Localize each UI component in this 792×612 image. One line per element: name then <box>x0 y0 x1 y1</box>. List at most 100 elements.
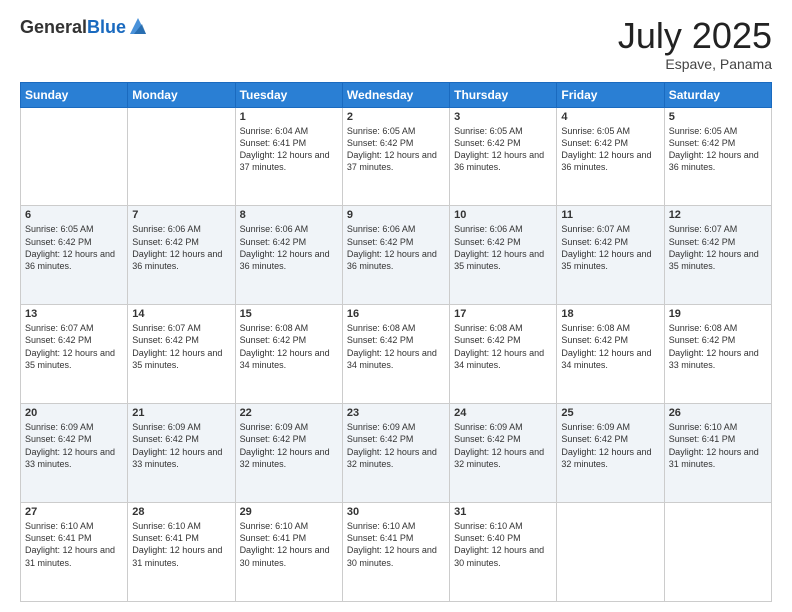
day-number: 17 <box>454 308 552 320</box>
day-info: Sunrise: 6:08 AM Sunset: 6:42 PM Dayligh… <box>454 322 552 371</box>
day-number: 29 <box>240 506 338 518</box>
table-row: 7Sunrise: 6:06 AM Sunset: 6:42 PM Daylig… <box>128 206 235 305</box>
day-number: 27 <box>25 506 123 518</box>
day-info: Sunrise: 6:09 AM Sunset: 6:42 PM Dayligh… <box>347 421 445 470</box>
table-row: 13 Sunrise: 6:07 AM Sunset: 6:42 PM Dayli… <box>21 305 128 404</box>
day-number: 8 <box>240 209 338 221</box>
table-row: 19 Sunrise: 6:08 AM Sunset: 6:42 PM Dayli… <box>664 305 771 404</box>
day-info: Sunrise: 6:07 AM Sunset: 6:42 PM Dayligh… <box>669 223 767 272</box>
month-title: July 2025 <box>618 16 772 56</box>
table-row: 28 Sunrise: 6:10 AM Sunset: 6:41 PM Dayli… <box>128 503 235 602</box>
header: GeneralBlue July 2025 Espave, Panama <box>20 16 772 72</box>
col-monday: Monday <box>128 82 235 107</box>
day-info: Sunrise: 6:10 AM Sunset: 6:41 PM Dayligh… <box>132 520 230 569</box>
day-info: Sunrise: 6:05 AM Sunset: 6:42 PM Dayligh… <box>454 125 552 174</box>
table-row: 21 Sunrise: 6:09 AM Sunset: 6:42 PM Dayli… <box>128 404 235 503</box>
table-row: 9 Sunrise: 6:06 AM Sunset: 6:42 PM Daylig… <box>342 206 449 305</box>
calendar-week-row: 20 Sunrise: 6:09 AM Sunset: 6:42 PM Dayli… <box>21 404 772 503</box>
day-number: 24 <box>454 407 552 419</box>
table-row: 27 Sunrise: 6:10 AM Sunset: 6:41 PM Dayli… <box>21 503 128 602</box>
day-info: Sunrise: 6:06 AM Sunset: 6:42 PM Dayligh… <box>454 223 552 272</box>
col-tuesday: Tuesday <box>235 82 342 107</box>
table-row <box>21 107 128 206</box>
day-number: 10 <box>454 209 552 221</box>
table-row: 11Sunrise: 6:07 AM Sunset: 6:42 PM Dayli… <box>557 206 664 305</box>
day-info: Sunrise: 6:09 AM Sunset: 6:42 PM Dayligh… <box>240 421 338 470</box>
table-row: 15 Sunrise: 6:08 AM Sunset: 6:42 PM Dayli… <box>235 305 342 404</box>
day-number: 31 <box>454 506 552 518</box>
day-info: Sunrise: 6:06 AM Sunset: 6:42 PM Dayligh… <box>347 223 445 272</box>
day-number: 15 <box>240 308 338 320</box>
day-number: 13 <box>25 308 123 320</box>
day-info: Sunrise: 6:08 AM Sunset: 6:42 PM Dayligh… <box>669 322 767 371</box>
day-info: Sunrise: 6:10 AM Sunset: 6:41 PM Dayligh… <box>240 520 338 569</box>
day-number: 6 <box>25 209 123 221</box>
day-info: Sunrise: 6:07 AM Sunset: 6:42 PM Dayligh… <box>561 223 659 272</box>
table-row: 3 Sunrise: 6:05 AM Sunset: 6:42 PM Daylig… <box>450 107 557 206</box>
day-number: 23 <box>347 407 445 419</box>
day-info: Sunrise: 6:10 AM Sunset: 6:41 PM Dayligh… <box>25 520 123 569</box>
day-info: Sunrise: 6:10 AM Sunset: 6:41 PM Dayligh… <box>347 520 445 569</box>
location: Espave, Panama <box>618 56 772 72</box>
day-number: 5 <box>669 111 767 123</box>
page: GeneralBlue July 2025 Espave, Panama Sun… <box>0 0 792 612</box>
day-number: 18 <box>561 308 659 320</box>
calendar-week-row: 1Sunrise: 6:04 AM Sunset: 6:41 PM Daylig… <box>21 107 772 206</box>
day-number: 12 <box>669 209 767 221</box>
day-info: Sunrise: 6:07 AM Sunset: 6:42 PM Dayligh… <box>132 322 230 371</box>
day-number: 9 <box>347 209 445 221</box>
table-row: 20 Sunrise: 6:09 AM Sunset: 6:42 PM Dayli… <box>21 404 128 503</box>
table-row: 30Sunrise: 6:10 AM Sunset: 6:41 PM Dayli… <box>342 503 449 602</box>
day-number: 1 <box>240 111 338 123</box>
day-number: 20 <box>25 407 123 419</box>
table-row: 5Sunrise: 6:05 AM Sunset: 6:42 PM Daylig… <box>664 107 771 206</box>
col-sunday: Sunday <box>21 82 128 107</box>
day-info: Sunrise: 6:08 AM Sunset: 6:42 PM Dayligh… <box>561 322 659 371</box>
day-number: 16 <box>347 308 445 320</box>
table-row: 14Sunrise: 6:07 AM Sunset: 6:42 PM Dayli… <box>128 305 235 404</box>
table-row <box>664 503 771 602</box>
day-number: 28 <box>132 506 230 518</box>
day-number: 19 <box>669 308 767 320</box>
col-wednesday: Wednesday <box>342 82 449 107</box>
day-info: Sunrise: 6:05 AM Sunset: 6:42 PM Dayligh… <box>561 125 659 174</box>
calendar-week-row: 6 Sunrise: 6:05 AM Sunset: 6:42 PM Daylig… <box>21 206 772 305</box>
day-number: 21 <box>132 407 230 419</box>
calendar-header-row: Sunday Monday Tuesday Wednesday Thursday… <box>21 82 772 107</box>
col-thursday: Thursday <box>450 82 557 107</box>
day-info: Sunrise: 6:09 AM Sunset: 6:42 PM Dayligh… <box>561 421 659 470</box>
table-row: 31 Sunrise: 6:10 AM Sunset: 6:40 PM Dayli… <box>450 503 557 602</box>
day-info: Sunrise: 6:05 AM Sunset: 6:42 PM Dayligh… <box>25 223 123 272</box>
table-row: 22 Sunrise: 6:09 AM Sunset: 6:42 PM Dayli… <box>235 404 342 503</box>
day-info: Sunrise: 6:06 AM Sunset: 6:42 PM Dayligh… <box>132 223 230 272</box>
day-info: Sunrise: 6:08 AM Sunset: 6:42 PM Dayligh… <box>240 322 338 371</box>
day-info: Sunrise: 6:09 AM Sunset: 6:42 PM Dayligh… <box>132 421 230 470</box>
calendar-week-row: 27 Sunrise: 6:10 AM Sunset: 6:41 PM Dayli… <box>21 503 772 602</box>
day-info: Sunrise: 6:09 AM Sunset: 6:42 PM Dayligh… <box>25 421 123 470</box>
table-row: 29 Sunrise: 6:10 AM Sunset: 6:41 PM Dayli… <box>235 503 342 602</box>
table-row: 2Sunrise: 6:05 AM Sunset: 6:42 PM Daylig… <box>342 107 449 206</box>
day-info: Sunrise: 6:10 AM Sunset: 6:40 PM Dayligh… <box>454 520 552 569</box>
table-row: 6 Sunrise: 6:05 AM Sunset: 6:42 PM Daylig… <box>21 206 128 305</box>
logo: GeneralBlue <box>20 16 148 38</box>
calendar-week-row: 13 Sunrise: 6:07 AM Sunset: 6:42 PM Dayli… <box>21 305 772 404</box>
table-row: 17 Sunrise: 6:08 AM Sunset: 6:42 PM Dayli… <box>450 305 557 404</box>
day-number: 4 <box>561 111 659 123</box>
day-number: 25 <box>561 407 659 419</box>
table-row: 8 Sunrise: 6:06 AM Sunset: 6:42 PM Daylig… <box>235 206 342 305</box>
day-info: Sunrise: 6:06 AM Sunset: 6:42 PM Dayligh… <box>240 223 338 272</box>
day-info: Sunrise: 6:07 AM Sunset: 6:42 PM Dayligh… <box>25 322 123 371</box>
col-friday: Friday <box>557 82 664 107</box>
day-number: 3 <box>454 111 552 123</box>
logo-icon <box>128 16 148 38</box>
logo-general-text: General <box>20 17 87 37</box>
table-row: 25 Sunrise: 6:09 AM Sunset: 6:42 PM Dayli… <box>557 404 664 503</box>
title-block: July 2025 Espave, Panama <box>618 16 772 72</box>
day-info: Sunrise: 6:09 AM Sunset: 6:42 PM Dayligh… <box>454 421 552 470</box>
logo-blue-text: Blue <box>87 17 126 37</box>
table-row: 12 Sunrise: 6:07 AM Sunset: 6:42 PM Dayli… <box>664 206 771 305</box>
table-row: 16Sunrise: 6:08 AM Sunset: 6:42 PM Dayli… <box>342 305 449 404</box>
day-info: Sunrise: 6:10 AM Sunset: 6:41 PM Dayligh… <box>669 421 767 470</box>
calendar-table: Sunday Monday Tuesday Wednesday Thursday… <box>20 82 772 602</box>
day-number: 22 <box>240 407 338 419</box>
